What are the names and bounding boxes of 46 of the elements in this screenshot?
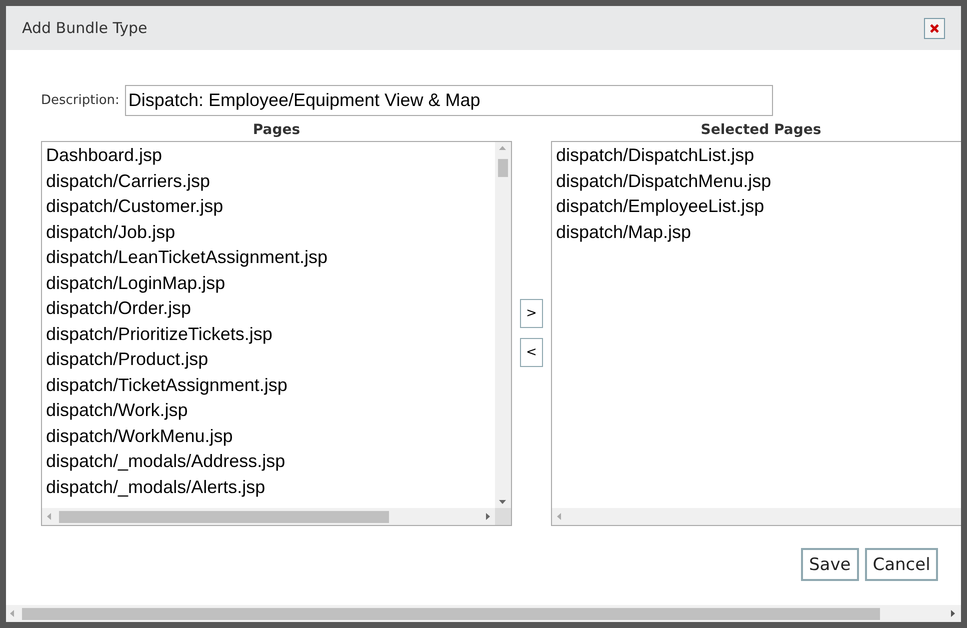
- list-item[interactable]: dispatch/DispatchMenu.jsp: [555, 168, 772, 194]
- list-item[interactable]: dispatch/Map.jsp: [555, 220, 692, 245]
- scrollbar-thumb[interactable]: [22, 608, 880, 620]
- move-button[interactable]: >: [520, 299, 543, 328]
- scrollbar-thumb[interactable]: [498, 159, 508, 177]
- scroll-up-icon[interactable]: [499, 146, 506, 150]
- scrollbar-corner: [495, 508, 511, 525]
- scroll-left-icon[interactable]: [47, 513, 51, 520]
- close-button[interactable]: [924, 18, 945, 38]
- dialog-title: Add Bundle Type: [22, 19, 148, 37]
- scroll-down-icon[interactable]: [499, 500, 506, 504]
- list-item[interactable]: dispatch/TicketAssignment.jsp: [45, 372, 288, 398]
- vertical-scrollbar[interactable]: [495, 142, 511, 508]
- list-item[interactable]: dispatch/WorkMenu.jsp: [45, 424, 234, 449]
- description-field[interactable]: Dispatch: Employee/Equipment View & Map: [125, 85, 774, 116]
- list-item[interactable]: dispatch/_modals/Alerts.jsp: [45, 474, 266, 500]
- horizontal-scrollbar[interactable]: [6, 605, 961, 622]
- scroll-left-icon[interactable]: [10, 610, 14, 617]
- list-item[interactable]: dispatch/Work.jsp: [45, 398, 189, 424]
- dialog-button[interactable]: Cancel: [864, 548, 938, 581]
- selected-pages-list[interactable]: dispatch/DispatchList.jsp dispatch/DispatchMenu.jsp dispatch/EmployeeList.jsp dispatch/Map.jsp: [551, 141, 961, 526]
- list-item[interactable]: dispatch/LeanTicketAssignment.jsp: [45, 245, 328, 270]
- list-item[interactable]: dispatch/Job.jsp: [45, 220, 176, 245]
- list-item[interactable]: Dashboard.jsp: [45, 143, 164, 168]
- dialog-button[interactable]: Save: [801, 548, 859, 581]
- scroll-right-icon[interactable]: [951, 610, 955, 617]
- close-icon: [930, 24, 939, 32]
- list-heading: Pages: [252, 121, 300, 140]
- horizontal-scrollbar[interactable]: [42, 508, 495, 525]
- list-item[interactable]: dispatch/_modals/Address.jsp: [45, 449, 286, 474]
- list-item[interactable]: dispatch/PrioritizeTickets.jsp: [45, 322, 274, 347]
- move-button[interactable]: <: [520, 338, 543, 367]
- list-item[interactable]: dispatch/Product.jsp: [45, 347, 210, 372]
- list-item[interactable]: dispatch/DispatchList.jsp: [555, 143, 756, 168]
- field-label: Description:: [41, 93, 120, 108]
- list-item[interactable]: dispatch/Customer.jsp: [45, 194, 224, 220]
- scroll-right-icon[interactable]: [486, 513, 490, 520]
- list-item[interactable]: dispatch/Order.jsp: [45, 296, 192, 322]
- scrollbar-thumb[interactable]: [59, 511, 389, 523]
- list-item[interactable]: dispatch/LoginMap.jsp: [45, 270, 226, 296]
- scroll-left-icon[interactable]: [557, 513, 561, 520]
- list-heading: Selected Pages: [700, 121, 822, 140]
- list-item[interactable]: dispatch/Carriers.jsp: [45, 168, 212, 194]
- list-item[interactable]: dispatch/EmployeeList.jsp: [555, 194, 766, 220]
- horizontal-scrollbar[interactable]: [552, 508, 961, 525]
- pages-list[interactable]: [41, 141, 512, 526]
